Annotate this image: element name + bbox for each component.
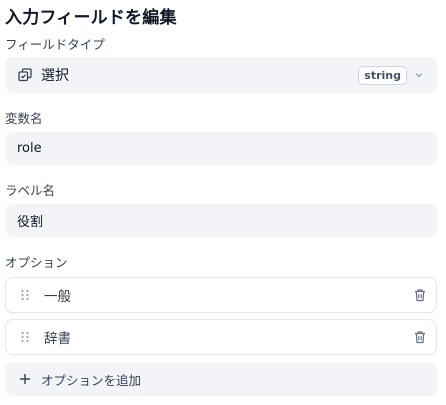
variable-name-input[interactable]: role (5, 132, 437, 165)
field-type-label: フィールドタイプ (5, 37, 105, 52)
drag-handle-icon[interactable] (20, 288, 30, 302)
option-text[interactable]: 一般 (44, 285, 413, 305)
add-option-button[interactable]: オプションを追加 (5, 362, 437, 396)
option-text[interactable]: 辞書 (44, 327, 413, 347)
options-label: オプション (5, 255, 68, 270)
drag-handle-icon[interactable] (20, 330, 30, 344)
label-name-label: ラベル名 (5, 183, 56, 198)
variable-name-label: 変数名 (5, 111, 43, 126)
add-option-label: オプションを追加 (41, 372, 142, 388)
type-badge: string (358, 65, 407, 85)
option-item[interactable]: 一般 (5, 277, 437, 313)
chevron-down-icon (413, 69, 425, 81)
trash-icon[interactable] (413, 330, 427, 344)
field-type-value: 選択 (41, 68, 69, 84)
trash-icon[interactable] (413, 288, 427, 302)
field-type-select[interactable]: 選択 string (5, 57, 437, 93)
copy-select-icon (17, 67, 33, 83)
plus-icon (19, 373, 31, 385)
label-name-value: 役割 (17, 215, 44, 230)
label-name-input[interactable]: 役割 (5, 204, 437, 237)
option-item[interactable]: 辞書 (5, 319, 437, 355)
edit-input-field-panel: 入力フィールドを編集 フィールドタイプ 選択 string 変数名 role ラ… (0, 0, 446, 405)
variable-name-value: role (17, 141, 42, 156)
panel-title: 入力フィールドを編集 (5, 8, 177, 28)
